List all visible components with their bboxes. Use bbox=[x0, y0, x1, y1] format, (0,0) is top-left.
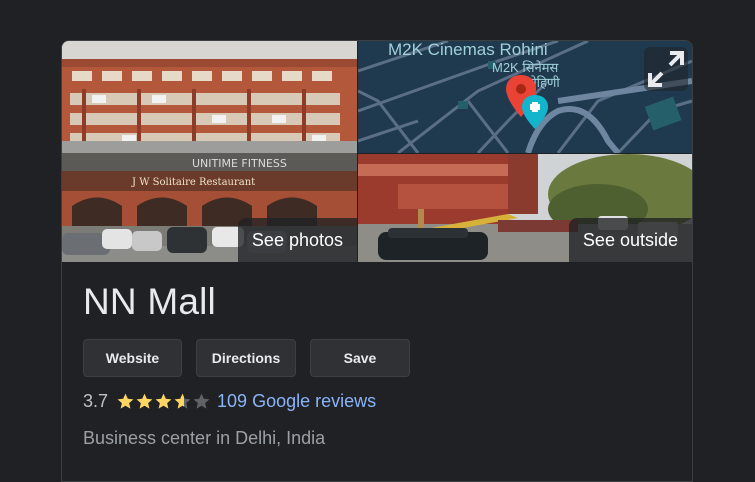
star-icon bbox=[136, 393, 153, 409]
street-view-tile[interactable]: See outside bbox=[358, 154, 692, 262]
save-button[interactable]: Save bbox=[310, 339, 410, 377]
expand-map-button[interactable] bbox=[644, 47, 688, 91]
building-sign-restaurant: J W Solitaire Restaurant bbox=[131, 177, 255, 188]
website-button[interactable]: Website bbox=[83, 339, 182, 377]
directions-button[interactable]: Directions bbox=[196, 339, 296, 377]
see-outside-button[interactable]: See outside bbox=[568, 218, 692, 262]
map-tile[interactable]: M2K Cinemas Rohini M2K सिनेमस रोहिणी bbox=[358, 41, 692, 153]
rating-row: 3.7 109 Google reviews bbox=[83, 391, 376, 412]
main-photo[interactable]: UNITIME FITNESS J W Solitaire Restaurant bbox=[62, 41, 357, 262]
knowledge-panel: UNITIME FITNESS J W Solitaire Restaurant bbox=[61, 40, 693, 482]
building-sign-fitness: UNITIME FITNESS bbox=[192, 157, 287, 170]
rating-value: 3.7 bbox=[83, 391, 109, 411]
action-buttons: Website Directions Save bbox=[83, 339, 410, 377]
star-rating bbox=[116, 392, 211, 411]
photo-grid: UNITIME FITNESS J W Solitaire Restaurant bbox=[62, 41, 692, 262]
reviews-link[interactable]: 109 Google reviews bbox=[217, 391, 376, 412]
place-title: NN Mall bbox=[83, 281, 216, 322]
place-category: Business center in Delhi, India bbox=[83, 428, 326, 448]
star-icon bbox=[117, 393, 134, 409]
star-icon bbox=[155, 393, 172, 409]
cinema-icon bbox=[522, 95, 548, 129]
star-empty-icon bbox=[193, 393, 210, 409]
star-half-icon bbox=[174, 393, 191, 409]
see-photos-button[interactable]: See photos bbox=[237, 218, 357, 262]
expand-icon bbox=[648, 51, 684, 87]
